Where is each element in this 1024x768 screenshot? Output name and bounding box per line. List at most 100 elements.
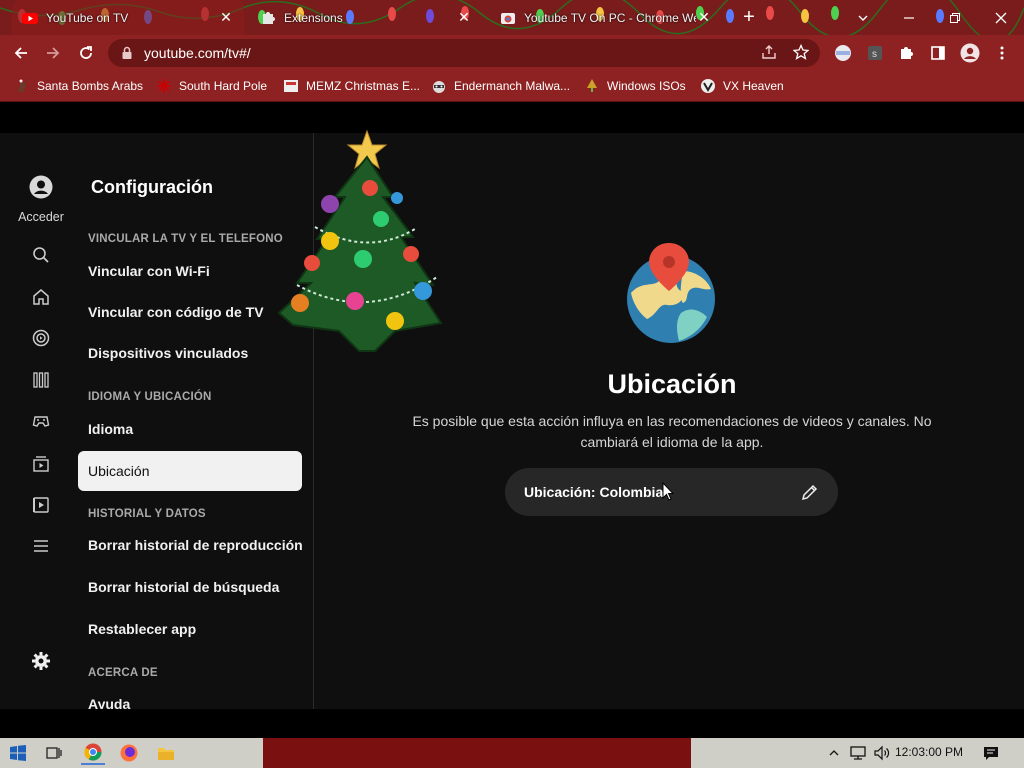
taskbar-firefox[interactable] [117,741,141,765]
chrome-icon [84,743,102,761]
task-view-icon [46,747,62,759]
menu-icon [34,540,48,552]
bookmark-memz-christmas[interactable]: MEMZ Christmas E... [283,76,420,96]
section-header: IDIOMA Y UBICACIÓN [88,391,212,403]
youtube-icon [22,12,38,24]
globe-location-icon [627,243,715,343]
rail-library[interactable] [29,452,53,476]
volume-button[interactable] [870,741,894,765]
bookmark-star-button[interactable] [790,41,812,63]
extension-s-icon: s [868,46,882,60]
bookmark-santa-bombs-arabs[interactable]: Santa Bombs Arabs [14,76,143,96]
tab-title: Extensions [284,10,343,25]
settings-item-wifi[interactable]: Vincular con Wi-Fi [78,251,302,291]
bookmark-label: MEMZ Christmas E... [306,79,421,93]
taskbar-file-explorer[interactable] [154,741,178,765]
share-icon [762,45,776,59]
bookmark-vx-heaven[interactable]: VX Heaven [700,76,784,96]
network-icon [850,746,866,760]
chrome-menu-button[interactable] [989,40,1015,66]
network-button[interactable] [846,741,870,765]
browser-tabstrip: YouTube on TV ✕ Extensions ✕ Youtube TV … [0,0,1024,35]
settings-item-tv-code[interactable]: Vincular con código de TV [78,292,302,332]
new-tab-button[interactable]: + [738,6,760,28]
nav-rail: Acceder [0,133,82,709]
extensions-button[interactable] [893,40,919,66]
rail-subscriptions[interactable] [29,368,53,392]
side-panel-button[interactable] [925,40,951,66]
minimize-button[interactable] [886,0,932,35]
settings-title: Configuración [91,177,213,197]
bookmark-endermanch-malware[interactable]: Endermanch Malwa... [431,76,570,96]
rail-settings[interactable] [29,649,53,673]
task-view-button[interactable] [42,741,66,765]
settings-item-language[interactable]: Idioma [78,409,302,449]
tab-youtube-tv-on-pc[interactable]: Youtube TV On PC - Chrome We ✕ [490,0,722,35]
queue-icon [33,497,49,513]
reload-button[interactable] [73,40,99,66]
tab-close-icon[interactable]: ✕ [456,9,472,26]
star-icon [793,44,809,60]
account-button[interactable] [29,175,53,199]
url-text: youtube.com/tv#/ [144,45,251,61]
action-center-button[interactable] [979,741,1003,765]
tab-extensions[interactable]: Extensions ✕ [250,0,482,35]
mouse-cursor [662,482,674,501]
tab-youtube-on-tv[interactable]: YouTube on TV ✕ [12,0,244,35]
settings-item-location[interactable]: Ubicación [78,451,302,491]
forward-button[interactable] [40,40,66,66]
bookmark-south-hard-pole[interactable]: South Hard Pole [156,76,267,96]
search-icon [33,247,49,263]
section-header: ACERCA DE [88,667,158,679]
restore-button[interactable] [932,0,978,35]
memz-icon [284,80,298,92]
extension-button-2[interactable]: s [862,40,888,66]
puzzle-icon [901,47,913,59]
windows-taskbar: 12:03:00 PM [0,738,1024,768]
rail-menu[interactable] [29,534,53,558]
browser-toolbar: youtube.com/tv#/ s [0,35,1024,70]
back-button[interactable] [8,40,34,66]
subscriptions-icon [33,372,49,388]
extension-button-1[interactable] [830,40,856,66]
tab-title: Youtube TV On PC - Chrome We [524,10,696,25]
settings-item-clear-watch-history[interactable]: Borrar historial de reproducción [78,525,302,565]
svg-text:s: s [872,49,877,60]
show-hidden-icons-button[interactable] [822,741,846,765]
settings-item-clear-search-history[interactable]: Borrar historial de búsqueda [78,567,302,607]
settings-item-help[interactable]: Ayuda [78,684,302,709]
sign-in-label[interactable]: Acceder [0,210,82,224]
rail-home[interactable] [29,285,53,309]
rail-search[interactable] [29,243,53,267]
taskbar-chrome[interactable] [81,741,105,765]
extension-flag-icon [835,45,851,61]
restore-icon [950,12,960,23]
reload-icon [80,46,92,59]
location-description: Es posible que esta acción influya en la… [412,413,932,450]
tab-close-icon[interactable]: ✕ [696,9,712,26]
volume-icon [874,745,890,761]
bookmark-windows-isos[interactable]: Windows ISOs [584,76,686,96]
gear-icon [32,652,50,670]
tree-icon [587,79,597,92]
share-button[interactable] [758,41,780,63]
address-bar[interactable]: youtube.com/tv#/ [108,39,820,67]
close-window-button[interactable] [978,0,1024,35]
settings-item-reset-app[interactable]: Restablecer app [78,609,302,649]
clock[interactable]: 12:03:00 PM [895,745,963,759]
rail-gaming[interactable] [29,409,53,433]
arrow-left-icon [14,47,27,59]
close-icon [995,12,1007,23]
bookmark-label: VX Heaven [723,79,784,93]
chevron-down-icon [858,15,868,21]
rail-queue[interactable] [29,493,53,517]
profile-button[interactable] [957,40,983,66]
rail-shorts[interactable] [29,326,53,350]
pencil-icon [801,484,818,501]
christmas-tree-decoration [277,129,443,352]
tab-search-button[interactable] [840,0,886,35]
settings-item-linked-devices[interactable]: Dispositivos vinculados [78,333,302,373]
santa-icon [18,79,26,92]
tab-close-icon[interactable]: ✕ [218,9,234,26]
start-button[interactable] [6,741,30,765]
